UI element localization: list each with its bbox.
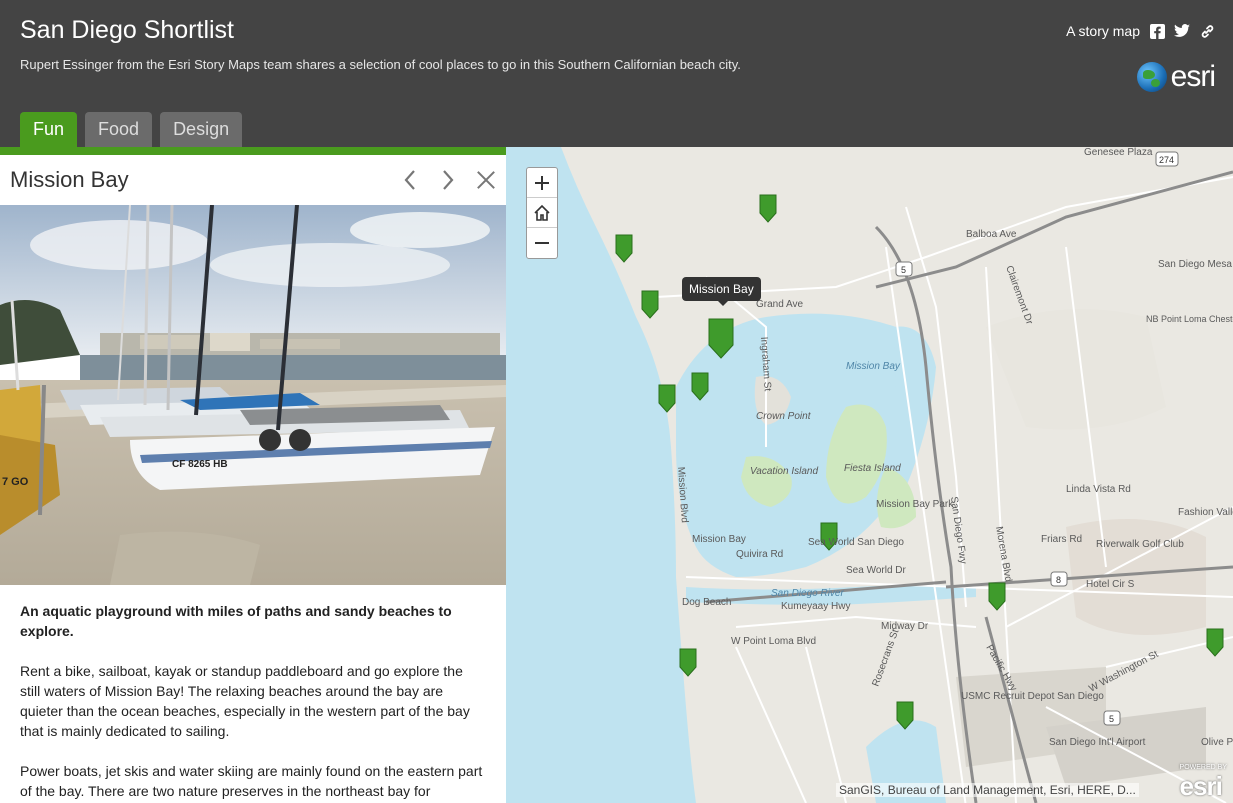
highway-shield: 5: [901, 265, 906, 275]
body-paragraph: Power boats, jet skis and water skiing a…: [20, 763, 483, 799]
basemap: Mission Bay Crown Point Vacation Island …: [506, 147, 1233, 803]
map-label: W Point Loma Blvd: [731, 636, 816, 647]
map-view[interactable]: Mission Bay Crown Point Vacation Island …: [506, 147, 1233, 803]
panel-description: An aquatic playground with miles of path…: [0, 585, 506, 801]
link-icon[interactable]: [1199, 23, 1215, 39]
chevron-left-icon: [404, 170, 415, 190]
panel-nav: [400, 168, 496, 192]
panel-title: Mission Bay: [10, 167, 129, 192]
map-label: San Diego Int'l Airport: [1049, 737, 1146, 748]
previous-button[interactable]: [400, 168, 420, 192]
minus-icon: [535, 242, 549, 244]
tab-design[interactable]: Design: [160, 112, 243, 147]
zoom-in-button[interactable]: [527, 168, 557, 198]
tab-fun[interactable]: Fun: [20, 112, 78, 147]
highway-shield: 274: [1159, 155, 1174, 165]
esri-logo-text: esri: [1170, 60, 1216, 93]
map-label: Midway Dr: [881, 621, 929, 632]
hull-text: 7 GO: [2, 476, 29, 488]
map-label: Grand Ave: [756, 299, 804, 310]
map-label: Linda Vista Rd: [1066, 484, 1131, 495]
twitter-icon[interactable]: [1174, 23, 1190, 39]
body-paragraph: Rent a bike, sailboat, kayak or standup …: [20, 663, 470, 739]
map-label: Genesee Plaza: [1084, 147, 1153, 158]
map-label: Crown Point: [756, 411, 812, 422]
esri-logo[interactable]: esri: [1136, 60, 1216, 94]
lead-paragraph: An aquatic playground with miles of path…: [20, 603, 452, 639]
home-icon: [534, 204, 550, 221]
globe-icon: [1136, 62, 1167, 92]
map-label: Sea World Dr: [846, 565, 907, 576]
powered-by-label: POWERED BY: [1179, 764, 1227, 771]
zoom-out-button[interactable]: [527, 228, 557, 258]
close-button[interactable]: [476, 168, 496, 192]
map-label: Sea World San Diego: [808, 537, 904, 548]
map-label: Dog Beach: [682, 597, 731, 608]
map-label: Kumeyaay Hwy: [781, 601, 850, 612]
active-tab-bar: [0, 147, 506, 155]
zoom-controls: [526, 167, 558, 259]
tab-food[interactable]: Food: [85, 112, 153, 147]
plus-icon: [535, 175, 549, 190]
facebook-icon[interactable]: [1149, 23, 1165, 39]
powered-by-esri[interactable]: POWERED BY esri: [1180, 764, 1227, 802]
story-map-link[interactable]: A story map: [1066, 23, 1140, 39]
highway-shield: 8: [1056, 575, 1061, 585]
detail-panel: Mission Bay CF 8265 HB 7 GO An aquatic p…: [0, 155, 506, 803]
powered-by-text: esri: [1179, 771, 1223, 801]
mission-bay-photo: CF 8265 HB 7 GO: [0, 205, 506, 585]
map-label: Friars Rd: [1041, 534, 1082, 545]
map-label: Quivira Rd: [736, 549, 783, 560]
map-label: Hotel Cir S: [1086, 579, 1135, 590]
map-label: Fiesta Island: [844, 463, 901, 474]
map-label: Riverwalk Golf Club: [1096, 539, 1184, 550]
highway-shield: 5: [1109, 714, 1114, 724]
page-subtitle: Rupert Essinger from the Esri Story Maps…: [20, 57, 741, 72]
map-label: Mission Bay: [846, 361, 901, 372]
map-label: Mission Bay Park: [876, 499, 954, 510]
map-label: USMC Recruit Depot San Diego: [961, 691, 1104, 702]
map-label: Fashion Valley: [1178, 507, 1233, 518]
story-header: San Diego Shortlist Rupert Essinger from…: [0, 0, 1233, 147]
next-button[interactable]: [438, 168, 458, 192]
boat-registration: CF 8265 HB: [172, 459, 228, 470]
map-label: Olive Park: [1201, 737, 1233, 748]
marker-tooltip: Mission Bay: [682, 277, 761, 306]
map-label: Vacation Island: [750, 466, 818, 477]
page-title: San Diego Shortlist: [20, 16, 235, 44]
share-bar: A story map: [1066, 23, 1215, 39]
map-attribution[interactable]: SanGIS, Bureau of Land Management, Esri,…: [836, 783, 1139, 797]
map-label: NB Point Loma Chesterton HSG: [1146, 314, 1233, 324]
tab-bar: Fun Food Design: [20, 112, 243, 147]
map-label: Balboa Ave: [966, 229, 1017, 240]
map-label: Mission Bay: [692, 534, 746, 545]
panel-header: Mission Bay: [0, 155, 506, 205]
close-icon: [477, 171, 495, 189]
map-label: San Diego Mesa College: [1158, 259, 1233, 270]
home-button[interactable]: [527, 198, 557, 228]
chevron-right-icon: [443, 170, 454, 190]
map-label: San Diego River: [771, 588, 844, 599]
